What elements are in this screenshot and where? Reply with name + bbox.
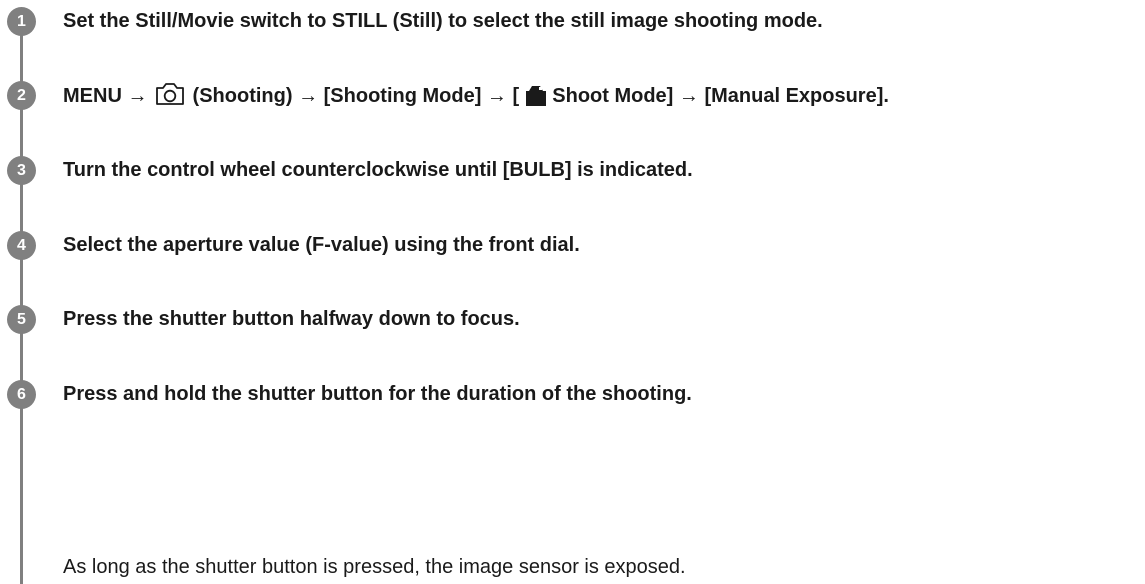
step-instruction: Turn the control wheel counterclockwise … (63, 159, 693, 181)
step-number-badge: 2 (7, 81, 36, 110)
procedure-steps: 1 Set the Still/Movie switch to STILL (S… (0, 0, 1145, 584)
camera-outline-icon (153, 81, 187, 116)
step-text-part: (Shooting) → [Shooting Mode] → [ (187, 85, 525, 107)
step-instruction: MENU → (Shooting) → [Shooting Mode] → [ … (63, 81, 889, 116)
step-number-badge: 6 (7, 380, 36, 409)
step-number-badge: 5 (7, 305, 36, 334)
step-number-badge: 4 (7, 231, 36, 260)
step-instruction: Press the shutter button halfway down to… (63, 308, 520, 330)
step-number-badge: 1 (7, 7, 36, 36)
step-6-note: As long as the shutter button is pressed… (63, 556, 686, 578)
step-number-badge: 3 (7, 156, 36, 185)
camera-filled-icon (525, 83, 547, 116)
step-text-part: MENU → (63, 85, 153, 107)
step-instruction: Set the Still/Movie switch to STILL (Sti… (63, 10, 823, 32)
step-instruction: Select the aperture value (F-value) usin… (63, 234, 580, 256)
step-text-part: Shoot Mode] → [Manual Exposure]. (546, 85, 889, 107)
step-instruction: Press and hold the shutter button for th… (63, 383, 692, 405)
